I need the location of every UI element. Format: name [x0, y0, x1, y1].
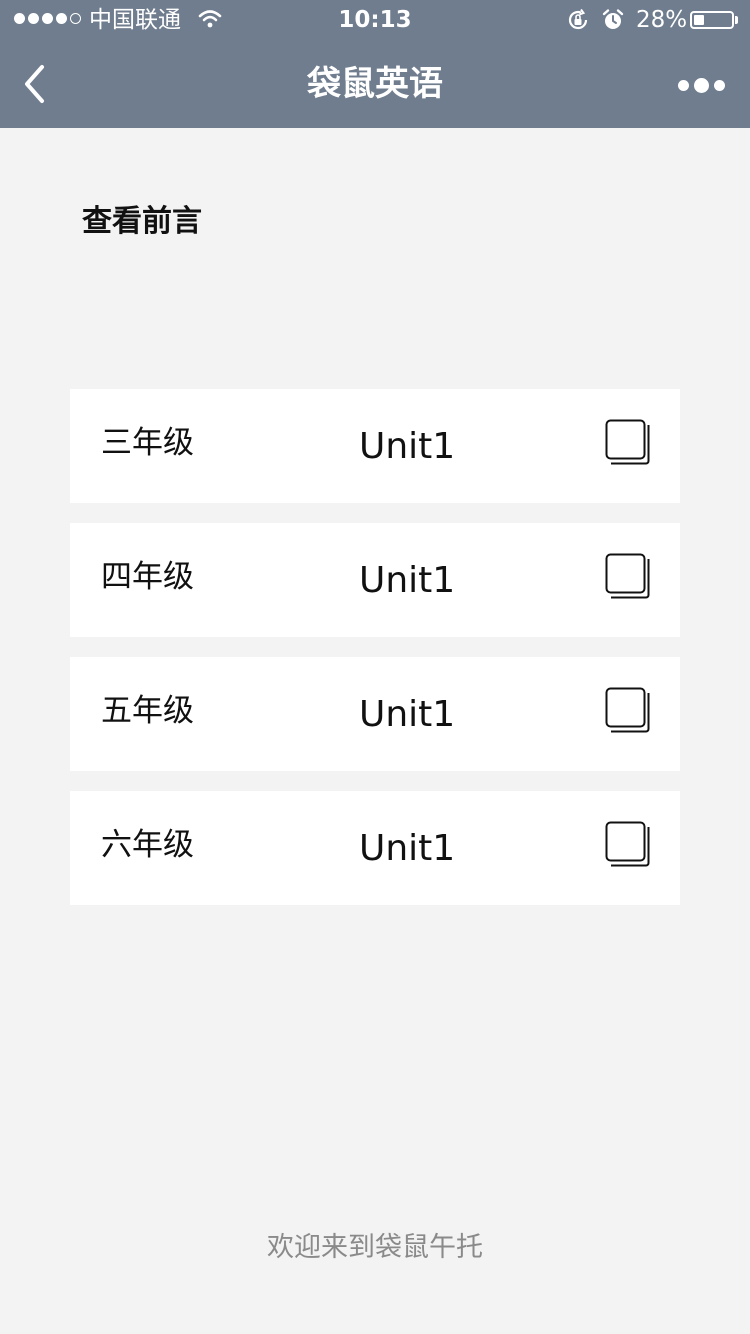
grade-row[interactable]: 五年级 Unit1 [70, 657, 680, 771]
footer-welcome-text: 欢迎来到袋鼠午托 [267, 1232, 483, 1263]
grade-name: 四年级 [101, 559, 194, 595]
grade-unit: Unit1 [359, 694, 456, 735]
grade-list: 三年级 Unit1 四年级 Unit1 五年级 Unit1 六年级 Unit1 [70, 389, 680, 925]
header-bar: 中国联通 10:13 28% 袋鼠英语 [0, 0, 750, 128]
copy-icon[interactable] [605, 419, 653, 467]
copy-icon[interactable] [605, 687, 653, 735]
grade-row[interactable]: 六年级 Unit1 [70, 791, 680, 905]
status-bar: 中国联通 10:13 28% [0, 0, 750, 40]
grade-name: 六年级 [101, 827, 194, 863]
page-title: 袋鼠英语 [307, 64, 443, 104]
battery-icon [690, 11, 734, 29]
alarm-icon [601, 8, 625, 36]
grade-name: 三年级 [101, 425, 194, 461]
rotation-lock-icon [566, 8, 590, 36]
battery-fill [694, 15, 704, 25]
copy-icon[interactable] [605, 553, 653, 601]
grade-unit: Unit1 [359, 560, 456, 601]
more-dots-icon-center [693, 77, 709, 93]
grade-row[interactable]: 三年级 Unit1 [70, 389, 680, 503]
view-preface-link[interactable]: 查看前言 [82, 202, 202, 242]
more-dots-icon [677, 79, 689, 91]
more-dots-icon-right [713, 79, 725, 91]
grade-unit: Unit1 [359, 828, 456, 869]
grade-unit: Unit1 [359, 426, 456, 467]
copy-icon[interactable] [605, 821, 653, 869]
battery-percent: 28% [636, 7, 688, 33]
more-button[interactable] [672, 70, 730, 100]
grade-row[interactable]: 四年级 Unit1 [70, 523, 680, 637]
grade-name: 五年级 [101, 693, 194, 729]
battery-nub [735, 16, 738, 24]
